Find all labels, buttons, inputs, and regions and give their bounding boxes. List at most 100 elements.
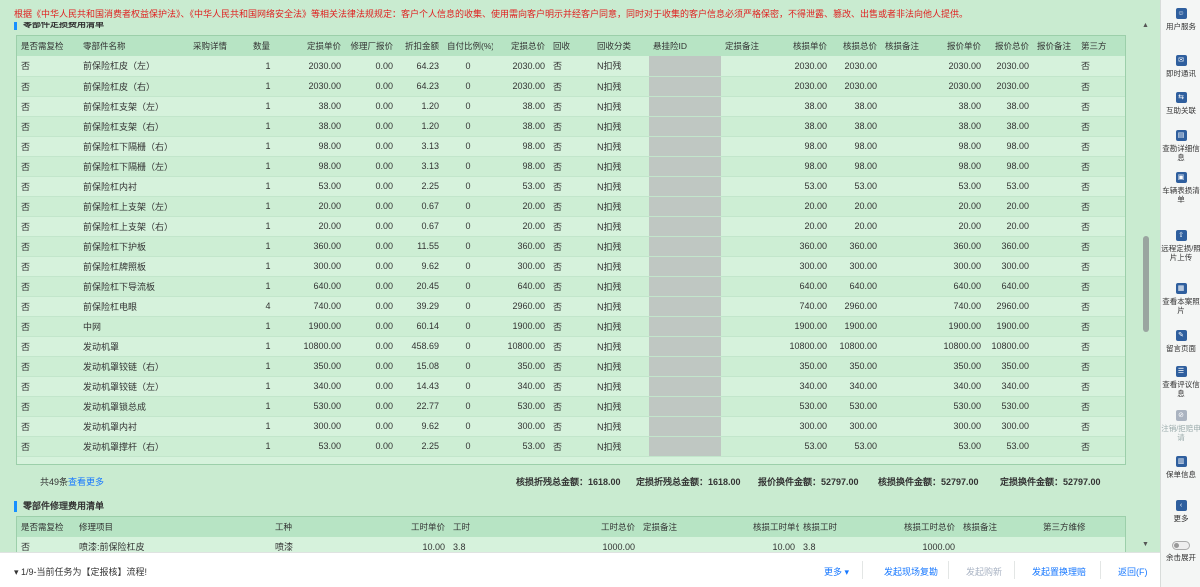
sidebar-item-link[interactable]: ⇆ 互助关联 [1161, 92, 1200, 115]
table-row[interactable]: 否发动机罩 1 10800.00 0.00 458.69 0 10800.00 否 N扣残 108… [17, 336, 1125, 357]
col-header-quantity: 数量 [249, 36, 287, 56]
sidebar-item-upload[interactable]: ⇧ 远程定损/照片上传 [1161, 230, 1200, 262]
cell-recheck: 否 [17, 196, 79, 217]
table-row[interactable]: 否前保险杠支架（右） 1 38.00 0.00 1.20 0 38.00 否 N扣残 38.00 3… [17, 116, 1125, 137]
cell-part-name: 前保险杠支架（右） [79, 116, 189, 137]
cell-third-party: 否 [1077, 316, 1125, 337]
table-row[interactable]: 否前保险杠下导流板 1 640.00 0.00 20.45 0 640.00 否 N扣残 640.… [17, 276, 1125, 297]
table-row[interactable]: 否前保险杠皮（右） 1 2030.00 0.00 64.23 0 2030.00 否 N扣残 20… [17, 76, 1125, 97]
table-row[interactable]: 否发动机罩撑杆（右） 1 53.00 0.00 2.25 0 53.00 否 N扣残 53.00 5… [17, 436, 1125, 457]
sidebar-item-vehicle-loss[interactable]: ▣ 车辆表损清单 [1161, 172, 1200, 204]
cell-audit-total: 640.00 [831, 276, 881, 297]
col-header-third-party: 第三方 [1077, 36, 1125, 56]
table-row[interactable]: 否前保险杠下隔栅（左） 1 98.00 0.00 3.13 0 98.00 否 N扣残 98.00… [17, 156, 1125, 177]
cell-audit-unit-price: 300.00 [773, 416, 831, 437]
cell-third-party: 否 [1077, 216, 1125, 237]
table-row[interactable]: 否前保险杠上支架（左） 1 20.00 0.00 0.67 0 20.00 否 N扣残 20.00… [17, 196, 1125, 217]
table-row[interactable]: 否前保险杠上支架（右） 1 20.00 0.00 0.67 0 20.00 否 N扣残 20.00… [17, 216, 1125, 237]
main-scrollbar[interactable]: ▲ ▼ [1140, 22, 1152, 550]
cell-estimate-unit-price: 2030.00 [287, 56, 345, 77]
cell-estimate-remark [721, 76, 773, 97]
col-header-quote-remark: 报价备注 [1033, 36, 1077, 56]
toggle-switch-icon[interactable] [1172, 541, 1190, 550]
cell-audit-unit-price: 53.00 [773, 176, 831, 197]
sidebar-item-comment[interactable]: ✎ 留言页面 [1161, 330, 1200, 353]
cell-audit-remark [881, 176, 927, 197]
more-menu-button[interactable]: 更多 ▾ [824, 565, 849, 578]
back-button[interactable]: 返回(F) [1118, 565, 1148, 578]
table-row[interactable]: 否中网 1 1900.00 0.00 60.14 0 1900.00 否 N扣残 1900.00 1… [17, 316, 1125, 337]
sidebar-item-user-service[interactable]: ☺ 用户服务 [1161, 8, 1200, 31]
sidebar-item-survey-detail[interactable]: ▤ 查勘详细信息 [1161, 130, 1200, 162]
total-audit-replace: 核损换件金额：52797.00 [878, 477, 979, 487]
cell-quote-remark [1033, 236, 1077, 257]
table-row[interactable]: 否发动机罩铰链（左） 1 340.00 0.00 14.43 0 340.00 否 N扣残 340… [17, 376, 1125, 397]
user-service-icon: ☺ [1175, 8, 1187, 19]
table-row[interactable]: 否前保险杠牌照板 1 300.00 0.00 9.62 0 300.00 否 N扣残 300.00… [17, 256, 1125, 277]
table-row[interactable]: 否喷漆:前保险杠皮 喷漆 10.00 3.8 1000.00 10.00 3.8 1000.0… [17, 537, 1125, 552]
more-icon: ‹ [1175, 500, 1187, 511]
scrollbar-thumb[interactable] [1143, 236, 1149, 332]
new-purchase-button[interactable]: 发起购新 [966, 565, 1002, 578]
sidebar-item-photo[interactable]: ▦ 查看本案照片 [1161, 283, 1200, 315]
cell-repair-shop-quote: 0.00 [345, 396, 397, 417]
cell-estimate-remark [721, 316, 773, 337]
cell-purchase-detail [189, 436, 249, 457]
sidebar-item-label: 用户服务 [1166, 22, 1196, 31]
cell-part-name: 前保险杠上支架（右） [79, 216, 189, 237]
cell-third-party: 否 [1077, 196, 1125, 217]
table-row[interactable]: 否前保险杠支架（左） 1 38.00 0.00 1.20 0 38.00 否 N扣残 38.00 3… [17, 96, 1125, 117]
cell-audit-unit-price: 20.00 [773, 196, 831, 217]
sidebar-item-review[interactable]: ☰ 查看评议信息 [1161, 366, 1200, 398]
cell-audit-unit-price: 98.00 [773, 156, 831, 177]
cell-audit-remark [881, 56, 927, 77]
cell-audit-unit-price: 350.00 [773, 356, 831, 377]
col-header-audit-labor-total: 核损工时总价 [899, 517, 959, 537]
cell-purchase-detail [189, 116, 249, 137]
col-header-estimate-remark: 定损备注 [639, 517, 749, 537]
cell-estimate-unit-price: 20.00 [287, 196, 345, 217]
right-sidebar: ☺ 用户服务 ✉ 即时通讯 ⇆ 互助关联 ▤ 查勘详细信息 ▣ 车辆表损清单 ⇧ 远程定损/照片上传 ▦… [1160, 0, 1200, 587]
cell-hang-id [649, 96, 721, 117]
cell-estimate-unit-price: 98.00 [287, 136, 345, 157]
view-more-link[interactable]: 查看更多 [68, 477, 104, 487]
table-row[interactable]: 否发动机罩锁总成 1 530.00 0.00 22.77 0 530.00 否 N扣残 530.0… [17, 396, 1125, 417]
cell-recycle-category: N扣残 [593, 316, 649, 337]
cell-quantity: 1 [249, 196, 287, 217]
sidebar-item-cancel-apply[interactable]: ⊘ 注销/拒赔申请 [1161, 410, 1200, 442]
cell-recycle-category: N扣残 [593, 436, 649, 457]
cell-hang-id [649, 276, 721, 297]
cell-quote-total: 1900.00 [985, 316, 1033, 337]
cell-repair-shop-quote: 0.00 [345, 96, 397, 117]
cell-estimate-unit-price: 2030.00 [287, 76, 345, 97]
sidebar-item-warranty[interactable]: ▥ 保单信息 [1161, 456, 1200, 479]
scroll-down-icon[interactable]: ▼ [1142, 541, 1149, 548]
cell-recheck: 否 [17, 416, 79, 437]
cell-quote-remark [1033, 56, 1077, 77]
cell-estimate-total: 38.00 [493, 96, 549, 117]
table-row[interactable]: 否发动机罩铰链（右） 1 350.00 0.00 15.08 0 350.00 否 N扣残 350… [17, 356, 1125, 377]
table-row[interactable]: 否前保险杠皮（左） 1 2030.00 0.00 64.23 0 2030.00 否 N扣残 20… [17, 56, 1125, 77]
cell-recycle-category: N扣残 [593, 396, 649, 417]
cell-repair-shop-quote: 0.00 [345, 276, 397, 297]
onsite-resurvey-button[interactable]: 发起现场复勘 [884, 565, 938, 578]
scroll-up-icon[interactable]: ▲ [1142, 22, 1149, 29]
sidebar-expand-toggle[interactable]: 余击展开 [1161, 541, 1200, 562]
table-row[interactable]: 否前保险杠下护板 1 360.00 0.00 11.55 0 360.00 否 N扣残 360.0… [17, 236, 1125, 257]
cell-self-pay-ratio: 0 [443, 56, 493, 77]
sidebar-item-more[interactable]: ‹ 更多 [1161, 500, 1200, 523]
cell-repair-shop-quote: 0.00 [345, 216, 397, 237]
table-row[interactable]: 否前保险杠电眼 4 740.00 0.00 39.29 0 2960.00 否 N扣残 740.0… [17, 296, 1125, 317]
cell-quote-remark [1033, 396, 1077, 417]
cell-discount-amount: 14.43 [397, 376, 443, 397]
cell-repair-shop-quote: 0.00 [345, 116, 397, 137]
table-row[interactable]: 否前保险杠内衬 1 53.00 0.00 2.25 0 53.00 否 N扣残 53.00 53.0… [17, 176, 1125, 197]
replacement-claim-button[interactable]: 发起置换理赔 [1032, 565, 1086, 578]
cell-audit-unit-price: 2030.00 [773, 76, 831, 97]
sidebar-item-instant-message[interactable]: ✉ 即时通讯 [1161, 55, 1200, 78]
cell-recheck: 否 [17, 537, 75, 552]
table-row[interactable]: 否发动机罩内衬 1 300.00 0.00 9.62 0 300.00 否 N扣残 300.00 3… [17, 416, 1125, 437]
cell-hang-id [649, 116, 721, 137]
parts-table-container: 是否需复检 零部件名称 采购详情 数量 定损单价 修理厂报价 折扣金额 自付比例(%) 定损总价… [16, 35, 1126, 465]
table-row[interactable]: 否前保险杠下隔栅（右） 1 98.00 0.00 3.13 0 98.00 否 N扣残 98.00… [17, 136, 1125, 157]
